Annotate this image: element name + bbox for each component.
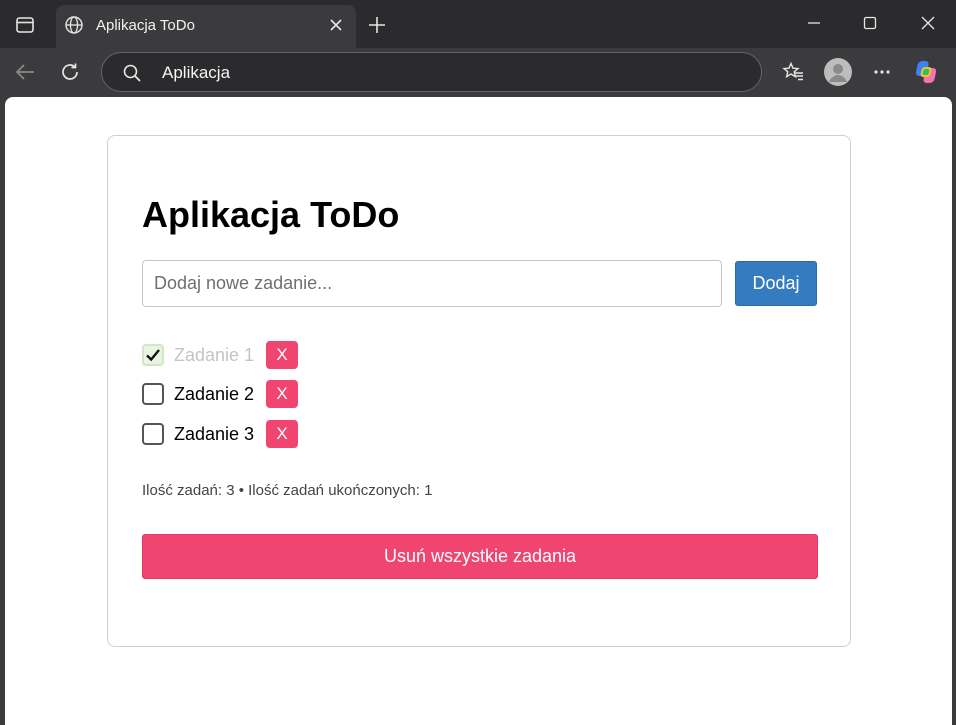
add-task-button[interactable]: Dodaj: [735, 261, 817, 306]
refresh-icon[interactable]: [54, 56, 86, 88]
task-label: Zadanie 3: [174, 423, 255, 444]
plus-icon[interactable]: [362, 10, 392, 40]
task-item: Zadanie 2 X: [142, 380, 299, 408]
task-item: Zadanie 3 X: [142, 420, 299, 448]
browser-nav-bar: Aplikacja: [0, 48, 956, 96]
browser-tab-bar: Aplikacja ToDo: [0, 0, 956, 48]
browser-tab[interactable]: Aplikacja ToDo: [56, 5, 356, 48]
delete-task-button[interactable]: X: [266, 341, 299, 369]
todo-card: Aplikacja ToDo Dodaj Zadanie 1 X Zadanie…: [107, 135, 851, 647]
search-icon: [122, 63, 142, 83]
task-checkbox[interactable]: [142, 383, 164, 405]
check-icon: [146, 349, 160, 362]
more-icon[interactable]: [866, 56, 898, 88]
back-icon[interactable]: [9, 56, 41, 88]
task-label: Zadanie 2: [174, 383, 255, 404]
close-window-icon[interactable]: [900, 0, 956, 46]
task-stats: Ilość zadań: 3 • Ilość zadań ukończonych…: [142, 482, 433, 499]
globe-icon: [64, 15, 84, 35]
task-label: Zadanie 1: [174, 344, 255, 365]
address-text: Aplikacja: [162, 63, 231, 82]
page-viewport: Aplikacja ToDo Dodaj Zadanie 1 X Zadanie…: [5, 97, 952, 725]
copilot-icon[interactable]: [913, 56, 945, 88]
maximize-icon[interactable]: [842, 0, 898, 46]
sidebar-icon[interactable]: [8, 8, 42, 42]
new-task-input[interactable]: [142, 260, 722, 307]
delete-task-button[interactable]: X: [266, 380, 299, 408]
favorites-icon[interactable]: [777, 56, 809, 88]
minimize-icon[interactable]: [786, 0, 842, 46]
task-checkbox[interactable]: [142, 423, 164, 445]
tab-title: Aplikacja ToDo: [96, 17, 195, 34]
delete-task-button[interactable]: X: [266, 420, 299, 448]
close-icon[interactable]: [326, 15, 346, 35]
profile-icon[interactable]: [822, 56, 854, 88]
task-item: Zadanie 1 X: [142, 341, 299, 369]
address-bar[interactable]: Aplikacja: [101, 52, 762, 92]
clear-all-button[interactable]: Usuń wszystkie zadania: [142, 534, 818, 579]
task-checkbox[interactable]: [142, 344, 164, 366]
page-title: Aplikacja ToDo: [142, 194, 400, 235]
